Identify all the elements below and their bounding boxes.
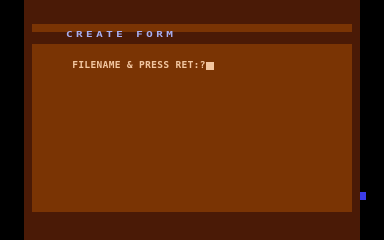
filename-prompt[interactable]: FILENAME & PRESS RET:? — [48, 51, 214, 71]
filename-prompt-label: FILENAME & PRESS RET:? — [72, 60, 206, 71]
side-marker — [360, 192, 366, 200]
page-title: CREATE FORM — [66, 29, 177, 39]
screen: CREATE FORM FILENAME & PRESS RET:? — [0, 0, 384, 240]
text-cursor[interactable] — [205, 62, 214, 70]
